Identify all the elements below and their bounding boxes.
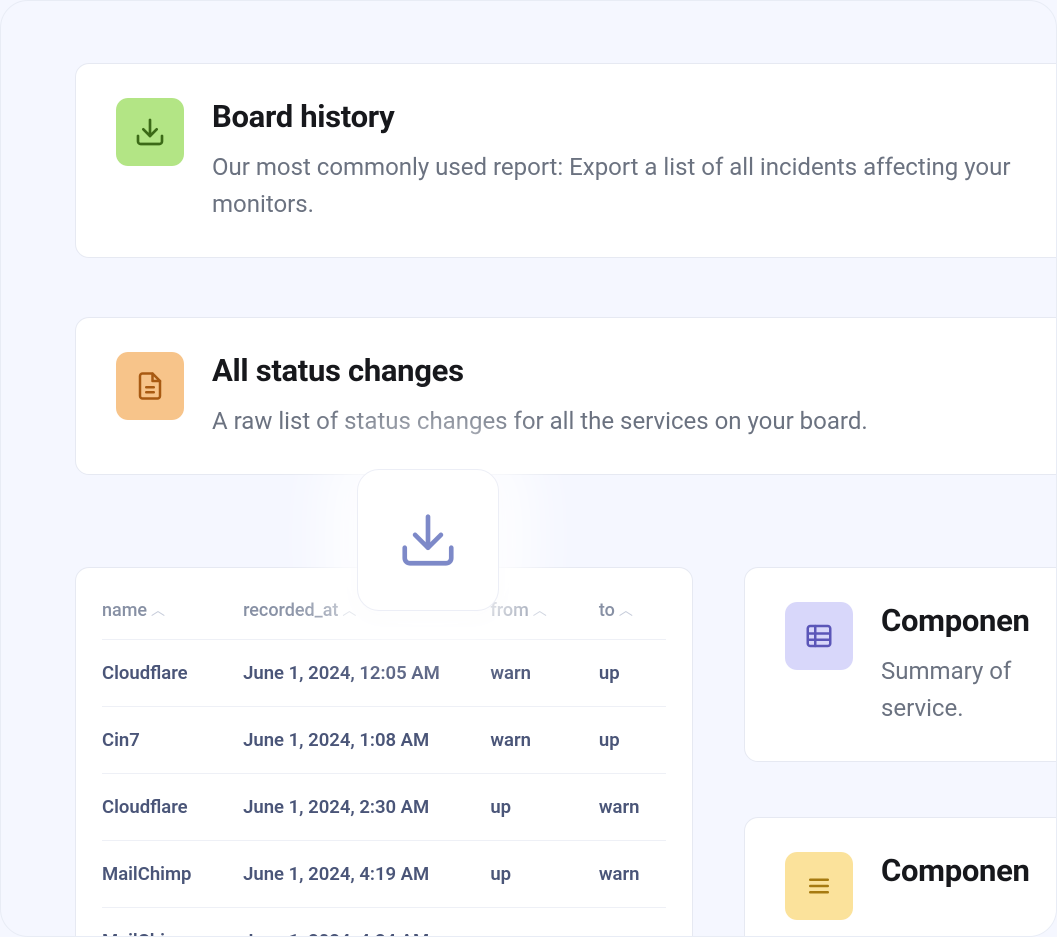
cell-to: warn <box>599 841 666 908</box>
table-icon <box>785 602 853 670</box>
cell-name: Cin7 <box>102 707 243 774</box>
cell-recorded_at: June 1, 2024, 12:05 AM <box>243 640 490 707</box>
cell-recorded_at: June 1, 2024, 2:30 AM <box>243 774 490 841</box>
card-body: All status changes A raw list of status … <box>212 352 1054 440</box>
list-icon <box>785 852 853 920</box>
card-title: Board history <box>212 98 1054 135</box>
cell-name: Cloudflare <box>102 774 243 841</box>
card-body: Componen <box>881 852 1057 903</box>
table-row: MailChimpJune 1, 2024, 4:24 AMwarnup <box>102 908 666 937</box>
cell-to: up <box>599 908 666 937</box>
viewport: Board history Our most commonly used rep… <box>0 0 1057 937</box>
cell-name: MailChimp <box>102 841 243 908</box>
cell-from: up <box>490 841 599 908</box>
download-button[interactable] <box>357 469 499 611</box>
column-label: recorded_at <box>243 600 338 621</box>
column-header-name[interactable]: name︿ <box>102 590 243 640</box>
card-body: Componen Summary of service. <box>881 602 1057 727</box>
table-row: CloudflareJune 1, 2024, 12:05 AMwarnup <box>102 640 666 707</box>
cell-recorded_at: June 1, 2024, 4:19 AM <box>243 841 490 908</box>
sort-icon: ︿ <box>533 603 547 619</box>
column-label: name <box>102 600 147 621</box>
column-header-from[interactable]: from ︿ <box>490 590 599 640</box>
card-board-history[interactable]: Board history Our most commonly used rep… <box>75 63 1057 258</box>
cell-from: warn <box>490 640 599 707</box>
cell-from: up <box>490 774 599 841</box>
download-icon <box>116 98 184 166</box>
sort-icon: ︿ <box>619 603 633 619</box>
card-body: Board history Our most commonly used rep… <box>212 98 1054 223</box>
cell-recorded_at: June 1, 2024, 1:08 AM <box>243 707 490 774</box>
card-all-status-changes[interactable]: All status changes A raw list of status … <box>75 317 1057 475</box>
cell-recorded_at: June 1, 2024, 4:24 AM <box>243 908 490 937</box>
table-row: MailChimpJune 1, 2024, 4:19 AMupwarn <box>102 841 666 908</box>
status-changes-table-card: name︿ recorded_at︿ from︿ to︿ CloudflareJ… <box>75 567 693 937</box>
card-title: Componen <box>881 852 1057 889</box>
table-row: CloudflareJune 1, 2024, 2:30 AMupwarn <box>102 774 666 841</box>
cell-to: up <box>599 640 666 707</box>
column-label: from <box>490 600 528 621</box>
column-header-to[interactable]: to︿ <box>599 590 666 640</box>
table-row: Cin7June 1, 2024, 1:08 AMwarnup <box>102 707 666 774</box>
sort-icon: ︿ <box>342 603 356 619</box>
card-title: Componen <box>881 602 1057 639</box>
cell-name: Cloudflare <box>102 640 243 707</box>
card-title: All status changes <box>212 352 1054 389</box>
status-changes-table: name︿ recorded_at︿ from︿ to︿ CloudflareJ… <box>102 590 666 937</box>
document-icon <box>116 352 184 420</box>
sort-icon: ︿ <box>151 603 165 619</box>
cell-from: warn <box>490 707 599 774</box>
card-description: A raw list of status changes for all the… <box>212 403 1054 440</box>
column-label: to <box>599 600 615 621</box>
card-description: Our most commonly used report: Export a … <box>212 149 1054 223</box>
download-icon <box>397 509 459 571</box>
cell-name: MailChimp <box>102 908 243 937</box>
cell-from: warn <box>490 908 599 937</box>
card-component-summary[interactable]: Componen Summary of service. <box>744 567 1057 762</box>
card-description: Summary of service. <box>881 653 1057 727</box>
card-component-list[interactable]: Componen <box>744 817 1057 937</box>
cell-to: up <box>599 707 666 774</box>
cell-to: warn <box>599 774 666 841</box>
